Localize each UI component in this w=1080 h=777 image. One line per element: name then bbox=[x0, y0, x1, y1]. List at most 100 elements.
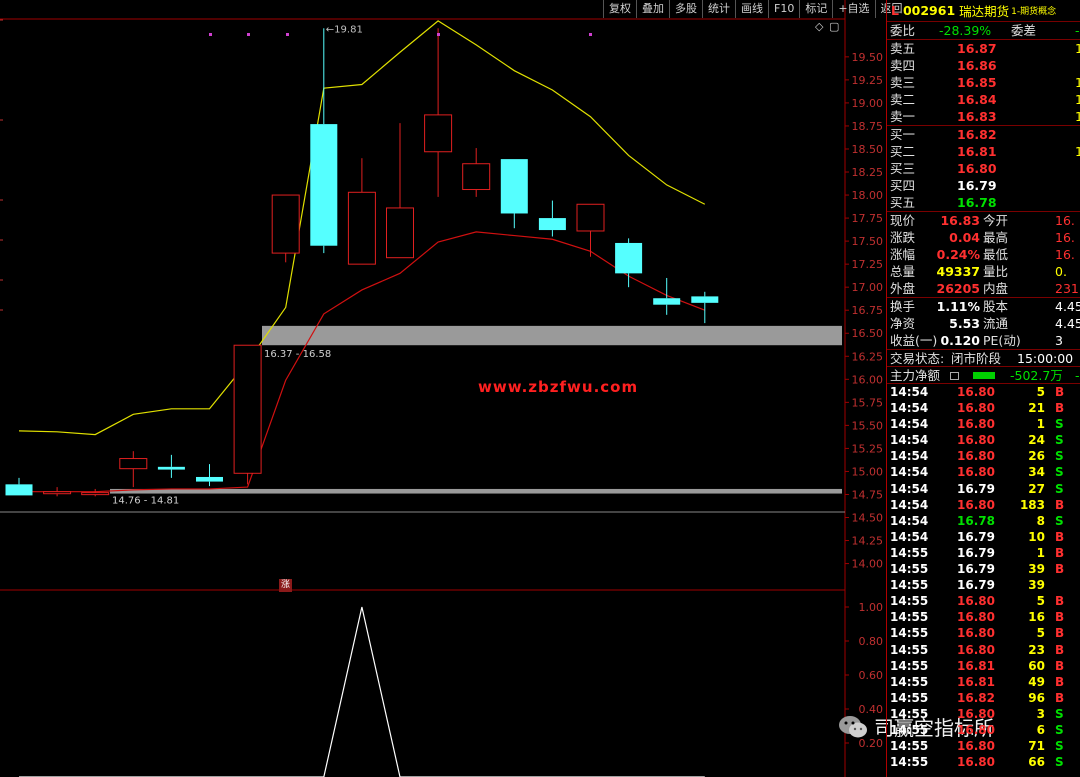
trade-price: 16.82 bbox=[957, 690, 995, 705]
toolbar-button-0[interactable]: 复权 bbox=[603, 0, 636, 18]
stat-label: 最低 bbox=[983, 247, 1009, 262]
stat-value: 1.11% bbox=[936, 299, 980, 314]
trade-price: 16.79 bbox=[957, 545, 995, 560]
stat-value: 16.83 bbox=[940, 213, 980, 228]
trade-list[interactable]: 14:54 16.80 5 B 14:54 16.80 21 B 14:54 16.80 1 S 14:… bbox=[887, 383, 1080, 770]
ask-label: 卖一 bbox=[890, 109, 916, 124]
ask-price: 16.85 bbox=[957, 75, 997, 90]
stat-value: 0.24% bbox=[936, 247, 980, 262]
toolbar-button-5[interactable]: F10 bbox=[768, 0, 799, 18]
list-icon[interactable] bbox=[950, 372, 959, 380]
trade-volume: 66 bbox=[1028, 755, 1045, 770]
weibi-label: 委比 bbox=[890, 23, 916, 38]
ask-label: 卖二 bbox=[890, 92, 916, 107]
stat-label: 总量 bbox=[890, 264, 916, 279]
bid-row[interactable]: 买五 16.78 bbox=[887, 194, 1080, 211]
toolbar-button-1[interactable]: 叠加 bbox=[636, 0, 669, 18]
trade-volume: 60 bbox=[1028, 658, 1045, 673]
y-tick-label: 19.00 bbox=[852, 97, 884, 110]
trade-row: 14:54 16.80 183 B bbox=[887, 497, 1080, 513]
trade-row: 14:55 16.79 1 B bbox=[887, 545, 1080, 561]
bid-row[interactable]: 买三 16.80 bbox=[887, 160, 1080, 177]
sub-y-tick-label: 0.60 bbox=[859, 669, 884, 682]
trade-volume: 1 bbox=[1036, 545, 1045, 560]
stat-value: 16. bbox=[1055, 230, 1075, 245]
stat-value: 26205 bbox=[936, 281, 981, 296]
trade-price: 16.79 bbox=[957, 481, 995, 496]
bid-row[interactable]: 买四 16.79 bbox=[887, 177, 1080, 194]
trade-direction: B bbox=[1055, 562, 1065, 577]
bid-price: 16.82 bbox=[957, 127, 997, 142]
trade-time: 14:55 bbox=[890, 739, 929, 754]
trade-time: 14:55 bbox=[890, 562, 929, 577]
trade-price: 16.81 bbox=[957, 674, 995, 689]
y-tick-label: 19.25 bbox=[852, 74, 884, 87]
toolbar-button-3[interactable]: 统计 bbox=[702, 0, 735, 18]
trade-direction: S bbox=[1055, 433, 1064, 448]
trade-time: 14:55 bbox=[890, 545, 929, 560]
trade-price: 16.80 bbox=[957, 739, 995, 754]
y-tick-label: 18.75 bbox=[852, 120, 884, 133]
trade-price: 16.80 bbox=[957, 465, 995, 480]
bid-label: 买一 bbox=[890, 127, 916, 142]
trade-volume: 6 bbox=[1036, 722, 1045, 737]
trade-direction: S bbox=[1055, 465, 1064, 480]
trade-row: 14:55 16.79 39 B bbox=[887, 561, 1080, 577]
window-icon[interactable]: ▢ bbox=[829, 20, 839, 33]
ask-row[interactable]: 卖五 16.87 1 bbox=[887, 40, 1080, 57]
support-zone bbox=[110, 488, 842, 494]
stat-label: 股本 bbox=[983, 299, 1009, 314]
ask-row[interactable]: 卖三 16.85 1 bbox=[887, 74, 1080, 91]
trade-price: 16.78 bbox=[957, 513, 995, 528]
candle-body bbox=[615, 242, 643, 274]
trade-direction: B bbox=[1055, 401, 1065, 416]
toolbar-button-6[interactable]: 标记 bbox=[799, 0, 832, 18]
y-tick-label: 15.25 bbox=[852, 442, 884, 455]
trade-price: 16.80 bbox=[957, 385, 995, 399]
diamond-icon[interactable]: ◇ bbox=[815, 20, 824, 33]
stat-row: 总量 49337 量比 0. bbox=[887, 263, 1080, 280]
y-tick-label: 18.25 bbox=[852, 166, 884, 179]
trade-direction: B bbox=[1055, 545, 1065, 560]
stock-name: 瑞达期货 bbox=[959, 4, 1010, 19]
candle-body bbox=[119, 458, 148, 470]
stat-row: 涨幅 0.24% 最低 16. bbox=[887, 246, 1080, 263]
signal-dot bbox=[209, 33, 212, 36]
toolbar-button-4[interactable]: 画线 bbox=[735, 0, 768, 18]
trade-direction: B bbox=[1055, 658, 1065, 673]
trade-price: 16.80 bbox=[957, 610, 995, 625]
limit-up-marker: 涨 bbox=[279, 579, 292, 592]
trade-direction: B bbox=[1055, 385, 1065, 399]
trade-row: 14:55 16.81 60 B bbox=[887, 658, 1080, 674]
bid-row[interactable]: 买一 16.82 bbox=[887, 126, 1080, 143]
ask-row[interactable]: 卖一 16.83 1 bbox=[887, 108, 1080, 125]
bid-row[interactable]: 买二 16.81 1 bbox=[887, 143, 1080, 160]
main-force-label: 主力净额 bbox=[890, 368, 941, 383]
y-tick-label: 15.75 bbox=[852, 396, 884, 409]
trade-row: 14:54 16.80 26 S bbox=[887, 448, 1080, 464]
trade-status-value: 闭市阶段 bbox=[951, 351, 1002, 366]
ask-row[interactable]: 卖二 16.84 1 bbox=[887, 91, 1080, 108]
stat-label: 今开 bbox=[983, 213, 1009, 228]
trade-volume: 49 bbox=[1028, 674, 1045, 689]
trade-status-time: 15:00:00 bbox=[1017, 351, 1074, 366]
quote-panel: L 002961 瑞达期货 1-期货概念 委比 -28.39% 委差 - 卖五 1… bbox=[886, 0, 1080, 777]
stat-value: 4.45 bbox=[1055, 299, 1080, 314]
trade-row: 14:55 16.80 5 B bbox=[887, 625, 1080, 641]
toolbar-button-7[interactable]: +自选 bbox=[832, 0, 874, 18]
trade-direction: B bbox=[1055, 690, 1065, 705]
candle-body bbox=[576, 203, 605, 232]
toolbar-button-2[interactable]: 多股 bbox=[669, 0, 702, 18]
stat-value: 0. bbox=[1055, 264, 1067, 279]
ask-price: 16.86 bbox=[957, 58, 997, 73]
stock-header[interactable]: L 002961 瑞达期货 1-期货概念 bbox=[887, 0, 1080, 22]
bid-price: 16.79 bbox=[957, 178, 997, 193]
ask-row[interactable]: 卖四 16.86 bbox=[887, 57, 1080, 74]
trade-price: 16.80 bbox=[957, 401, 995, 416]
trade-time: 14:54 bbox=[890, 433, 929, 448]
stat-value: 0.04 bbox=[949, 230, 980, 245]
bid-volume: 1 bbox=[1075, 143, 1080, 160]
stat-label: 流通 bbox=[983, 316, 1009, 331]
stat-label: 涨幅 bbox=[890, 247, 916, 262]
stat-value: 49337 bbox=[936, 264, 981, 279]
